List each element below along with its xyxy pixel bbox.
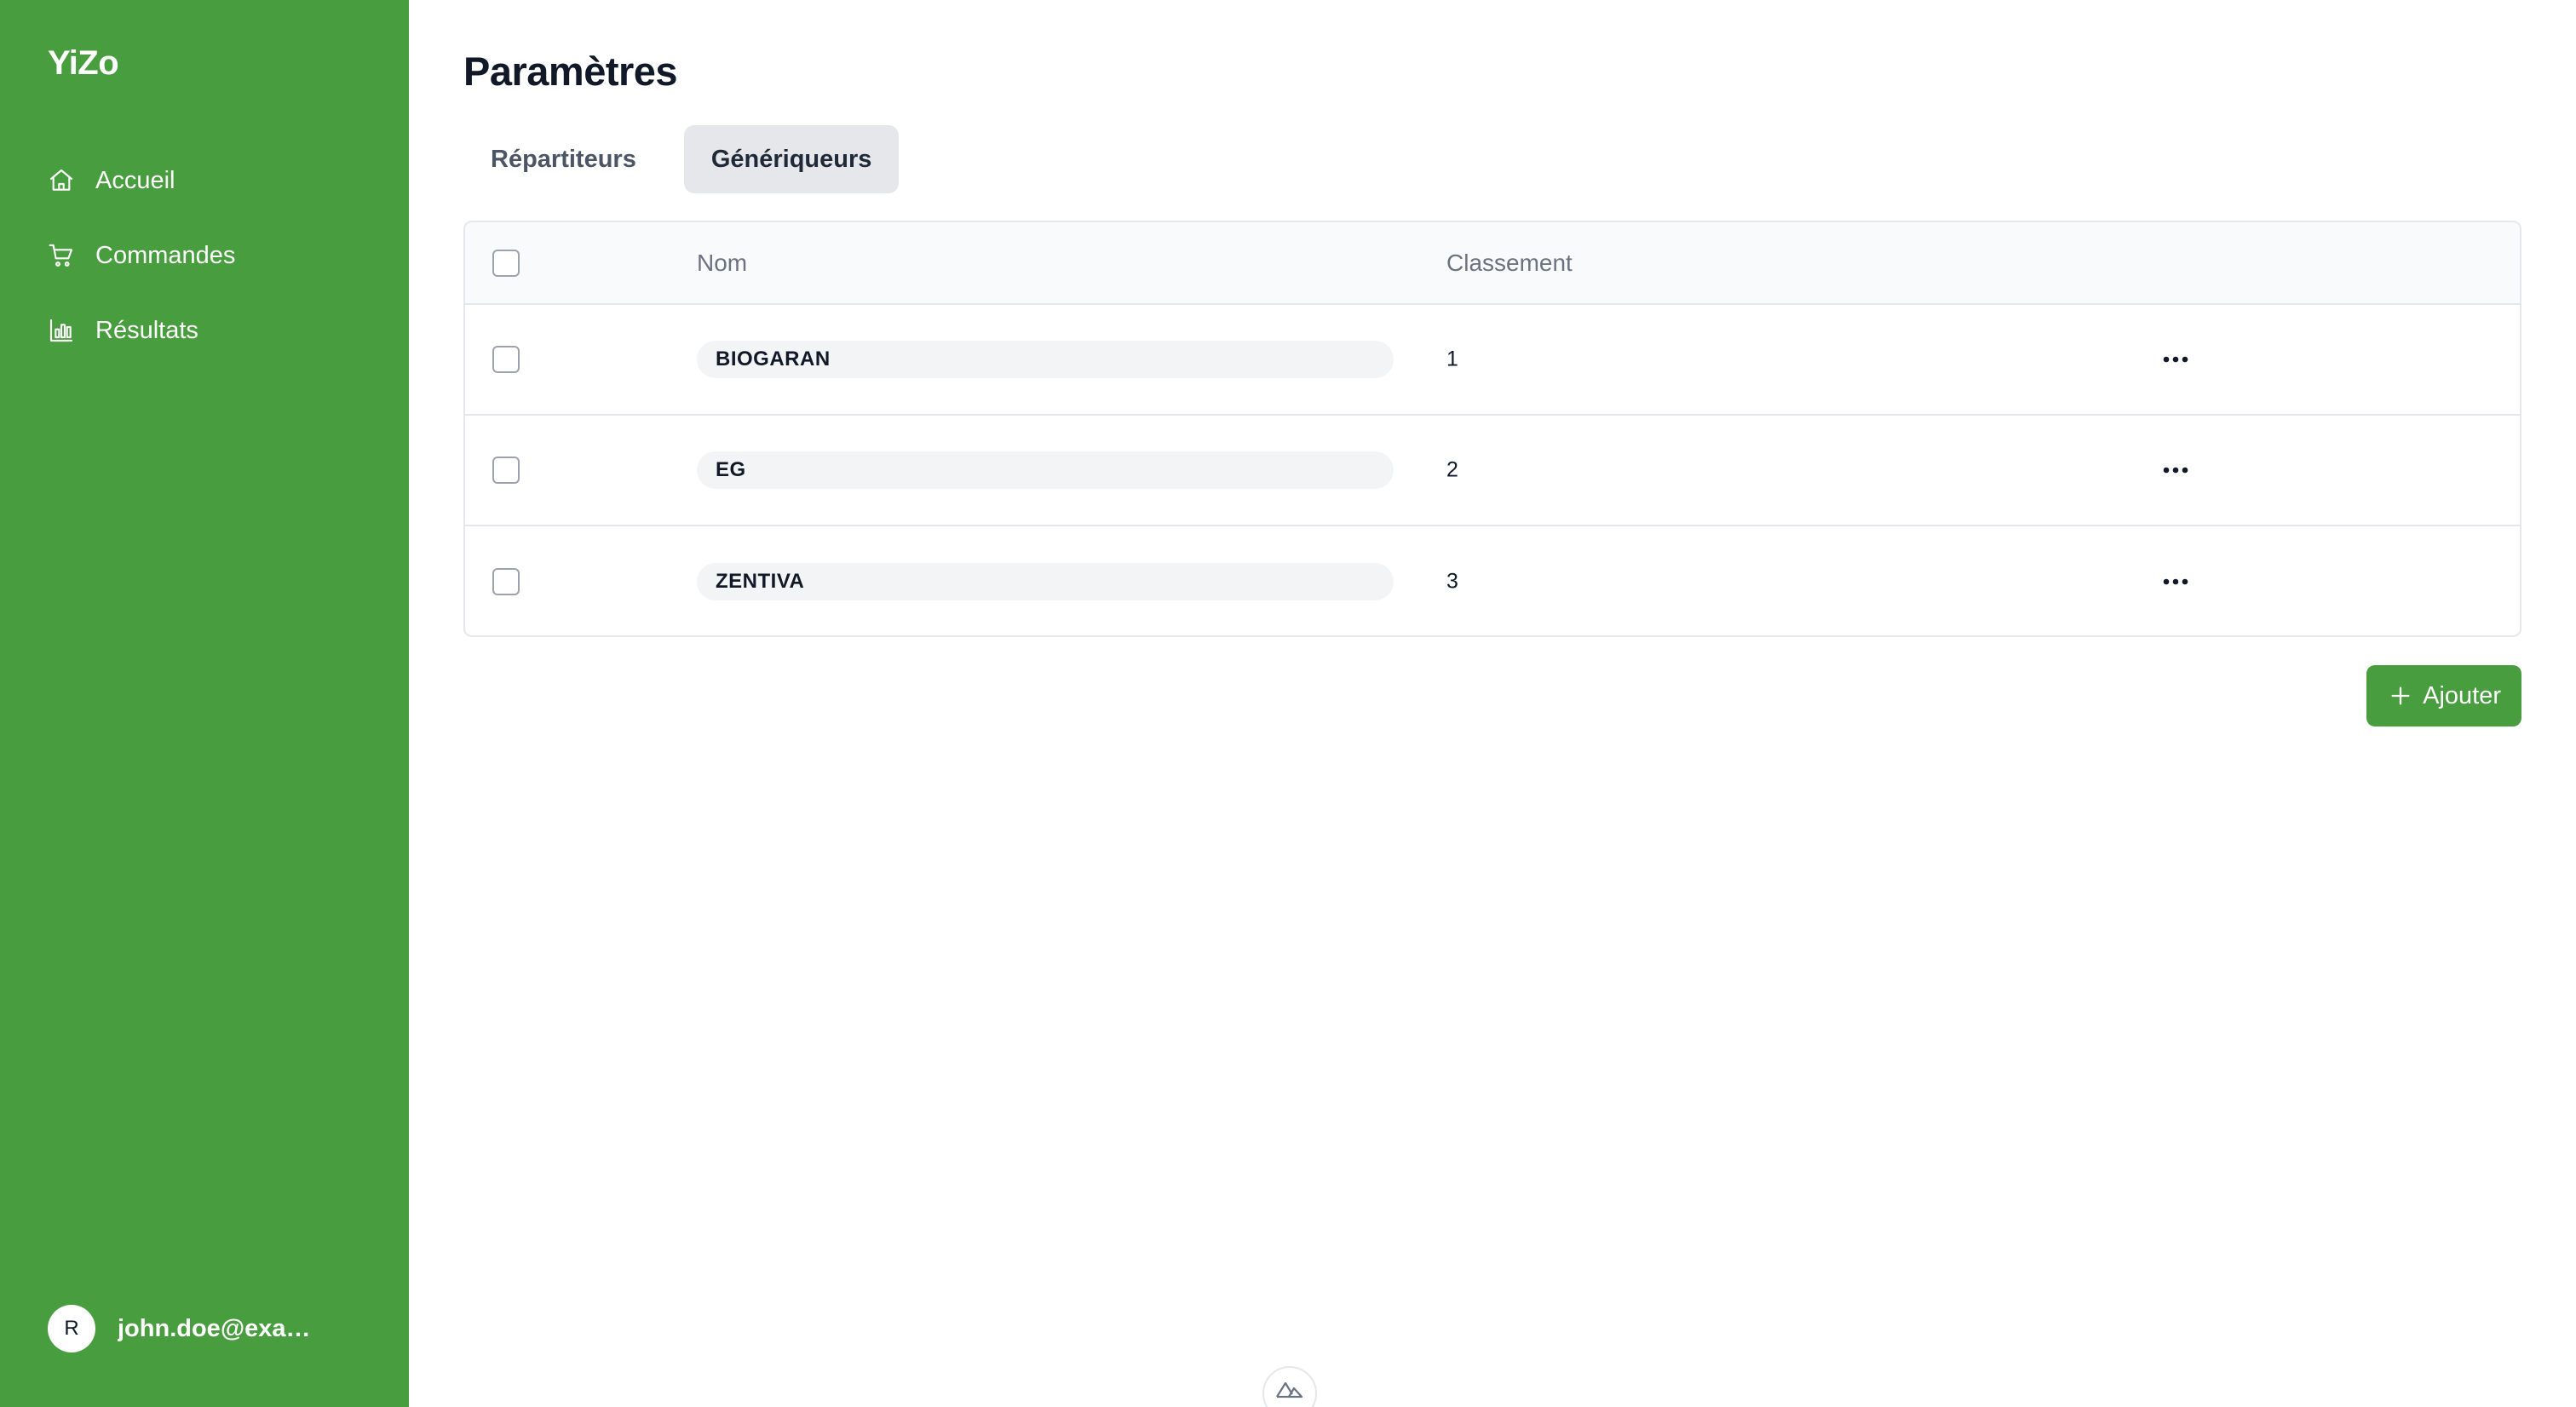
avatar: R [48,1305,95,1352]
row-checkbox[interactable] [492,457,520,484]
table-row: ZENTIVA 3 [465,526,2520,635]
add-button[interactable]: Ajouter [2366,665,2521,726]
sidebar-item-commandes[interactable]: Commandes [48,230,235,281]
sidebar-item-accueil[interactable]: Accueil [48,155,235,206]
tab-generiqueurs[interactable]: Génériqueurs [683,125,900,193]
add-button-label: Ajouter [2423,681,2501,709]
name-badge: EG [697,451,1394,489]
sidebar: YiZo Accueil Commandes Résultats R john.… [0,0,409,1407]
name-badge: BIOGARAN [697,341,1394,378]
user-menu[interactable]: R john.doe@exam... [48,1305,322,1352]
sidebar-nav: Accueil Commandes Résultats [48,155,235,380]
sidebar-item-label: Commandes [95,241,236,269]
rank-value: 3 [1446,569,1458,594]
devtools-toggle[interactable] [1262,1366,1317,1407]
nuxt-logo-icon [1276,1381,1303,1398]
plus-icon [2391,686,2410,705]
tab-repartiteurs[interactable]: Répartiteurs [463,125,664,193]
rank-value: 1 [1446,347,1458,371]
column-header-classement[interactable]: Classement [1446,250,1573,277]
user-email: john.doe@exam... [118,1314,322,1342]
ellipsis-icon [2163,467,2188,474]
table-header-row: Nom Classement [465,222,2520,305]
row-actions-button[interactable] [2155,565,2196,599]
cart-icon [49,244,73,267]
brand-logo[interactable]: YiZo [48,44,119,83]
rank-value: 2 [1446,457,1458,482]
name-badge: ZENTIVA [697,563,1394,600]
home-icon [49,169,73,191]
sidebar-item-resultats[interactable]: Résultats [48,305,235,356]
generiqueurs-table: Nom Classement BIOGARAN 1 EG 2 ZENTIVA 3 [463,221,2521,637]
tabs: Répartiteurs Génériqueurs [463,125,919,193]
column-header-nom[interactable]: Nom [697,250,747,277]
ellipsis-icon [2163,578,2188,585]
table-row: BIOGARAN 1 [465,305,2520,416]
row-checkbox[interactable] [492,568,520,595]
row-actions-button[interactable] [2155,342,2196,376]
page-title: Paramètres [463,49,678,94]
select-all-checkbox[interactable] [492,249,520,277]
sidebar-item-label: Résultats [95,316,198,344]
sidebar-item-label: Accueil [95,166,175,194]
row-actions-button[interactable] [2155,453,2196,487]
ellipsis-icon [2163,356,2188,363]
table-row: EG 2 [465,416,2520,526]
row-checkbox[interactable] [492,346,520,373]
chart-icon [49,319,73,342]
